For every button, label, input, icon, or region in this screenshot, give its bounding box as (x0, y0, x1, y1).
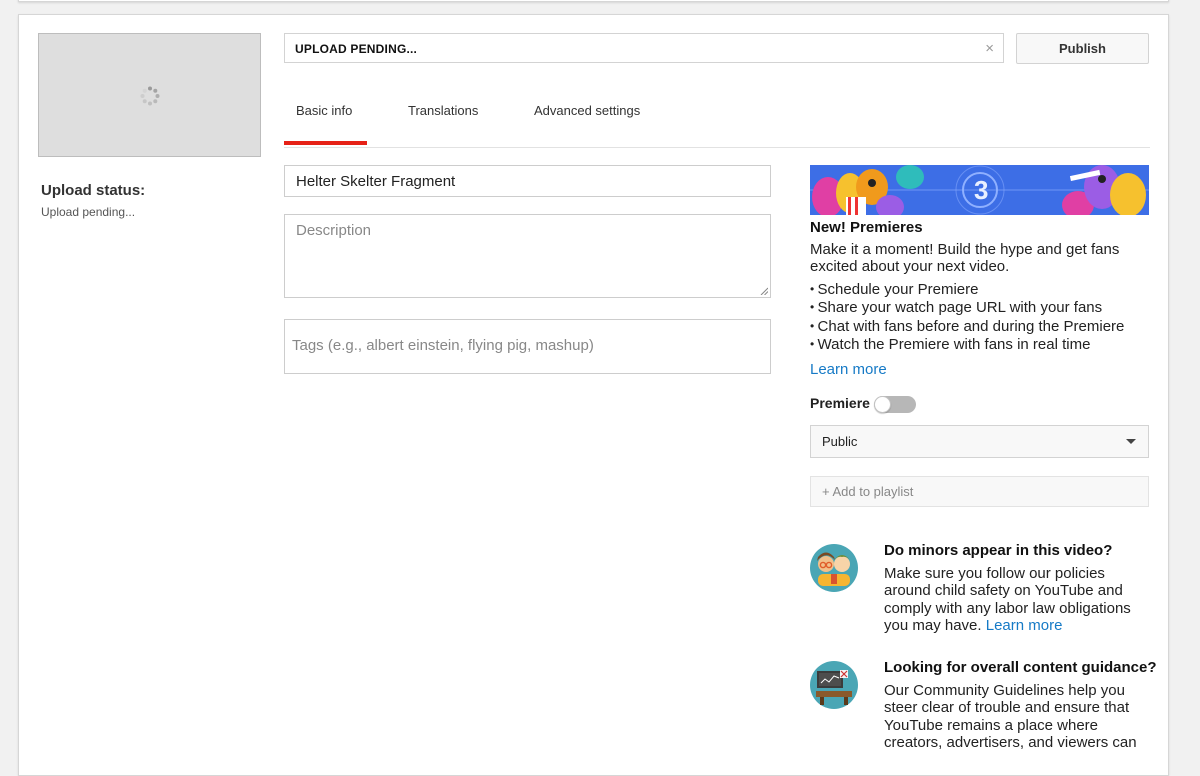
tags-input[interactable]: Tags (e.g., albert einstein, flying pig,… (284, 319, 771, 374)
tab-bar: Basic info Translations Advanced setting… (284, 85, 1150, 148)
upload-progress-text: UPLOAD PENDING... (295, 42, 418, 56)
premieres-feature-list: Schedule your Premiere Share your watch … (810, 281, 1125, 354)
previous-upload-card (18, 0, 1169, 2)
dropdown-arrow-icon (1126, 439, 1136, 444)
premieres-banner-image: 3 (810, 165, 1149, 215)
tab-advanced-settings[interactable]: Advanced settings (534, 103, 640, 118)
premieres-description: Make it a moment! Build the hype and get… (810, 241, 1120, 275)
premieres-title: New! Premieres (810, 219, 923, 236)
video-thumbnail (38, 33, 261, 157)
list-item: Share your watch page URL with your fans (810, 299, 1124, 317)
banner-countdown-number: 3 (974, 175, 988, 205)
premieres-learn-more-link[interactable]: Learn more (810, 361, 887, 378)
tab-translations[interactable]: Translations (408, 103, 478, 118)
active-tab-indicator (284, 141, 367, 145)
premiere-toggle[interactable] (874, 396, 916, 413)
minors-learn-more-link[interactable]: Learn more (986, 617, 1063, 634)
publish-button[interactable]: Publish (1016, 33, 1149, 64)
cancel-upload-icon[interactable]: × (985, 40, 994, 57)
premiere-toggle-label: Premiere (810, 395, 870, 411)
privacy-select[interactable]: Public (810, 425, 1149, 458)
add-to-playlist-button[interactable]: + Add to playlist (810, 476, 1149, 507)
presentation-illustration-icon (810, 661, 858, 709)
title-input[interactable]: Helter Skelter Fragment (284, 165, 771, 197)
description-placeholder: Description (296, 222, 372, 239)
list-item: Watch the Premiere with fans in real tim… (810, 336, 1124, 354)
loading-spinner-icon (140, 86, 160, 106)
upload-status-label: Upload status: (41, 182, 146, 199)
kids-illustration-icon (810, 544, 858, 592)
toggle-knob (874, 396, 891, 413)
privacy-selected-value: Public (822, 434, 858, 449)
guidance-title: Looking for overall content guidance? (884, 659, 1157, 676)
guidance-description: Our Community Guidelines help you steer … (884, 682, 1137, 751)
upload-card: Upload status: Upload pending... UPLOAD … (18, 14, 1169, 776)
minors-description: Make sure you follow our policies around… (884, 565, 1146, 634)
list-item: Schedule your Premiere (810, 281, 1124, 299)
upload-status-value: Upload pending... (41, 205, 136, 219)
upload-progress-bar: UPLOAD PENDING... × (284, 33, 1004, 63)
list-item: Chat with fans before and during the Pre… (810, 318, 1125, 336)
minors-title: Do minors appear in this video? (884, 542, 1113, 559)
tab-basic-info[interactable]: Basic info (296, 103, 352, 118)
resize-grip-icon[interactable] (760, 287, 768, 295)
description-textarea[interactable]: Description (284, 214, 771, 298)
